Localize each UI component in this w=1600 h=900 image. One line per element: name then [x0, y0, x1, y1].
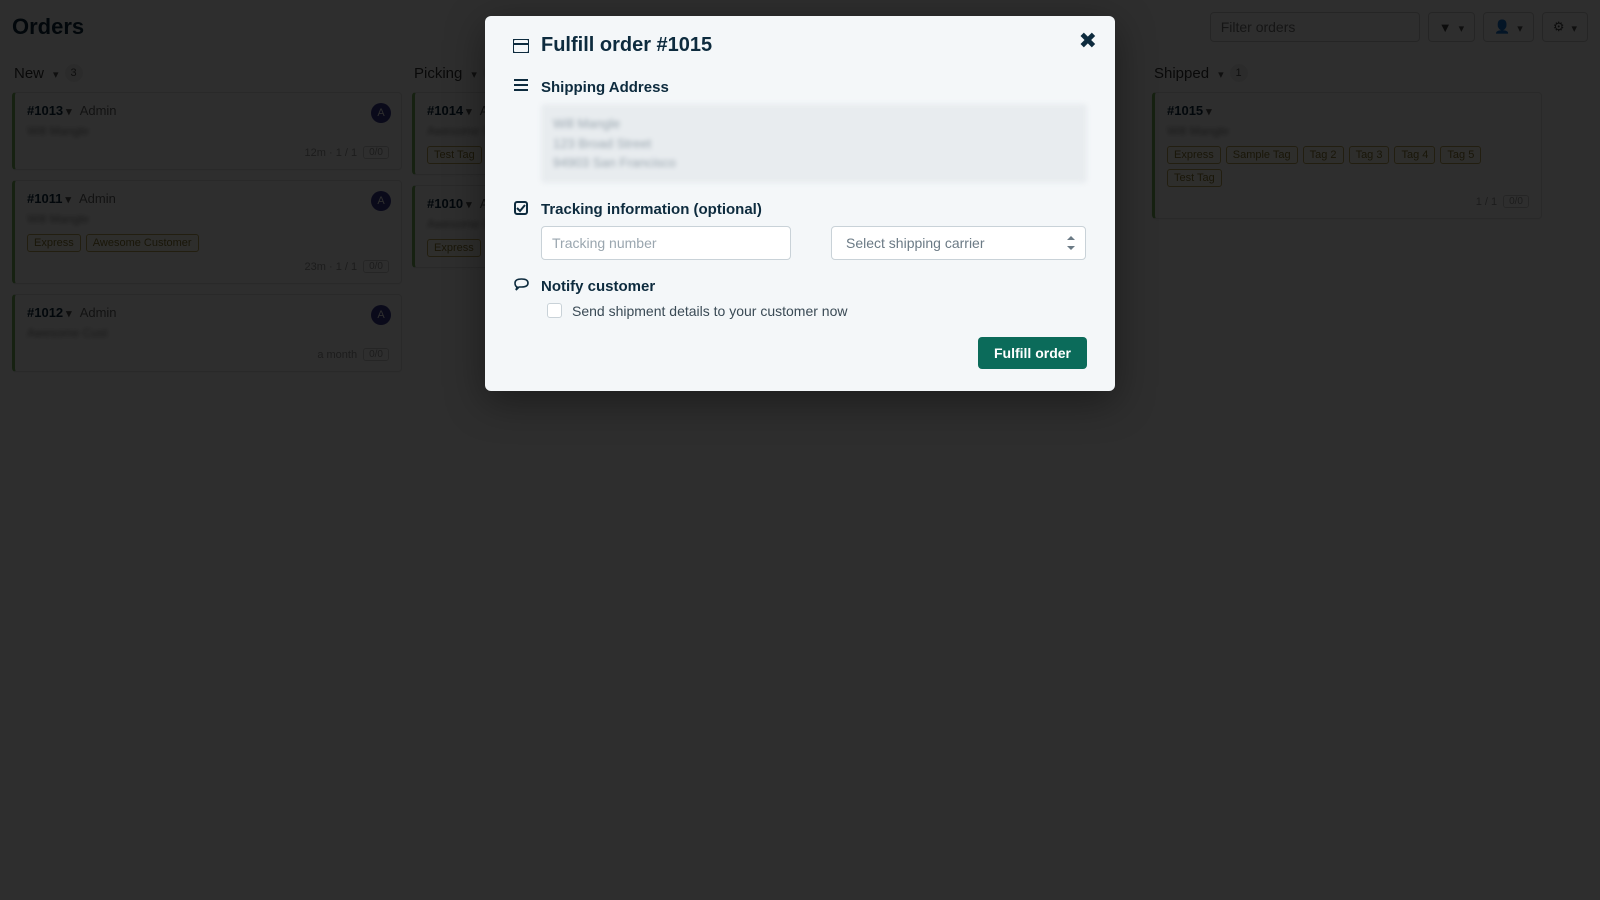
shipping-section: Shipping Address Will Mangle 123 Broad S…: [513, 79, 1087, 183]
address-line: 123 Broad Street: [553, 134, 1075, 154]
close-button[interactable]: ✖: [1079, 30, 1097, 52]
fulfill-order-modal: ✖ Fulfill order #1015 Shipping Address W…: [485, 16, 1115, 391]
comment-icon: [513, 278, 529, 292]
select-placeholder: Select shipping carrier: [846, 235, 985, 251]
tracking-label: Tracking information (optional): [541, 201, 1087, 218]
send-shipment-checkbox[interactable]: [547, 303, 562, 318]
fulfill-order-button[interactable]: Fulfill order: [978, 337, 1087, 369]
tracking-number-input[interactable]: [541, 226, 791, 260]
modal-footer: Fulfill order: [513, 337, 1087, 369]
close-icon: ✖: [1079, 28, 1097, 53]
modal-title: Fulfill order #1015: [541, 34, 712, 57]
notify-customer-label: Notify customer: [541, 278, 1087, 295]
check-square-icon: [513, 201, 529, 215]
shipping-address-block: Will Mangle 123 Broad Street 94903 San F…: [541, 104, 1087, 183]
modal-overlay[interactable]: ✖ Fulfill order #1015 Shipping Address W…: [0, 0, 1600, 900]
address-line: Will Mangle: [553, 114, 1075, 134]
shipping-carrier-select[interactable]: Select shipping carrier: [831, 226, 1086, 260]
modal-header: Fulfill order #1015: [513, 34, 1087, 57]
notify-section: Notify customer Send shipment details to…: [513, 278, 1087, 319]
list-icon: [513, 79, 529, 91]
address-line: 94903 San Francisco: [553, 153, 1075, 173]
order-icon: [513, 39, 529, 53]
tracking-section: Tracking information (optional) Select s…: [513, 201, 1087, 260]
shipping-address-label: Shipping Address: [541, 79, 1087, 96]
send-shipment-label: Send shipment details to your customer n…: [572, 303, 847, 319]
